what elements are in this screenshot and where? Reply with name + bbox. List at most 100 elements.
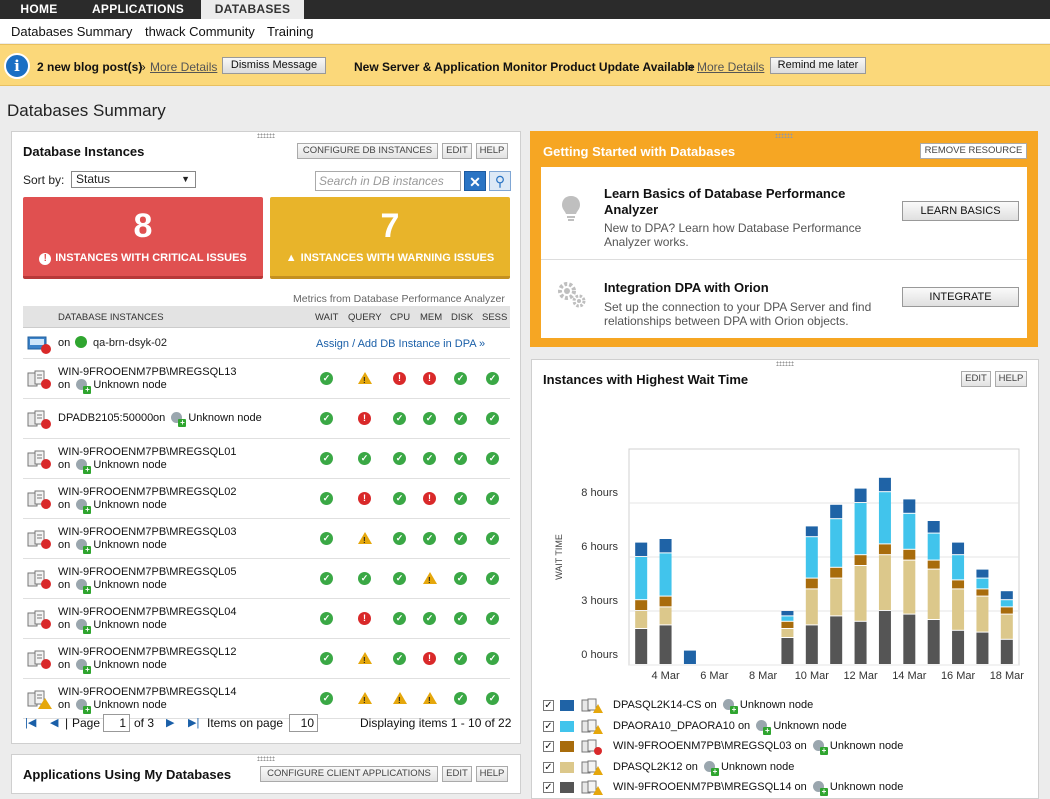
bar-segment[interactable] bbox=[927, 620, 940, 664]
bar-segment[interactable] bbox=[927, 569, 940, 619]
bar-segment[interactable] bbox=[878, 492, 891, 544]
drag-handle[interactable] bbox=[775, 133, 793, 138]
bar-segment[interactable] bbox=[952, 555, 965, 580]
status-ok-icon[interactable]: ✓ bbox=[486, 612, 499, 625]
instance-node[interactable]: on Unknown node bbox=[58, 539, 167, 554]
host-link[interactable]: qa-brn-dsyk-02 bbox=[93, 337, 167, 349]
legend-instance-name[interactable]: DPASQL2K14-CS bbox=[613, 699, 701, 711]
instance-name[interactable]: WIN-9FROOENM7PB\MREGSQL05 bbox=[58, 566, 236, 578]
dismiss-message-button[interactable]: Dismiss Message bbox=[222, 57, 326, 74]
status-ok-icon[interactable]: ✓ bbox=[486, 652, 499, 665]
status-warning-icon[interactable]: ! bbox=[423, 692, 437, 705]
instance-node[interactable]: on Unknown node bbox=[58, 619, 167, 634]
bar-segment[interactable] bbox=[781, 621, 794, 628]
bar-segment[interactable] bbox=[805, 578, 818, 589]
status-critical-icon[interactable]: ! bbox=[358, 492, 371, 505]
edit-button[interactable]: EDIT bbox=[442, 143, 472, 159]
help-button[interactable]: HELP bbox=[476, 766, 508, 782]
col-database-instances[interactable]: DATABASE INSTANCES bbox=[58, 312, 164, 323]
next-page-icon[interactable]: ▶ bbox=[166, 716, 174, 729]
status-ok-icon[interactable]: ✓ bbox=[393, 532, 406, 545]
drag-handle[interactable] bbox=[257, 756, 275, 761]
bar-segment[interactable] bbox=[830, 567, 843, 578]
status-ok-icon[interactable]: ✓ bbox=[320, 692, 333, 705]
legend-instance-name[interactable]: DPAORA10_DPAORA10 bbox=[613, 720, 735, 732]
integrate-button[interactable]: INTEGRATE bbox=[902, 287, 1019, 307]
legend-checkbox[interactable]: ✓ bbox=[543, 720, 554, 732]
bar-segment[interactable] bbox=[659, 607, 672, 625]
bar-segment[interactable] bbox=[805, 537, 818, 578]
instance-name[interactable]: WIN-9FROOENM7PB\MREGSQL03 bbox=[58, 526, 236, 538]
bar-segment[interactable] bbox=[781, 629, 794, 637]
drag-handle[interactable] bbox=[776, 361, 794, 366]
table-row[interactable]: WIN-9FROOENM7PB\MREGSQL02on Unknown node… bbox=[23, 479, 510, 519]
legend-node-name[interactable]: Unknown node bbox=[830, 740, 903, 752]
bar-segment[interactable] bbox=[1000, 614, 1013, 639]
status-critical-icon[interactable]: ! bbox=[423, 652, 436, 665]
bar-segment[interactable] bbox=[805, 589, 818, 625]
instance-node[interactable]: on Unknown node bbox=[58, 659, 167, 674]
sort-select[interactable]: Status ▼ bbox=[71, 171, 196, 188]
bar-segment[interactable] bbox=[952, 542, 965, 555]
items-per-page-input[interactable]: 10 bbox=[289, 714, 318, 732]
subnav-thwack-community[interactable]: thwack Community bbox=[145, 24, 255, 39]
help-button[interactable]: HELP bbox=[995, 371, 1027, 387]
bar-segment[interactable] bbox=[878, 477, 891, 492]
bar-segment[interactable] bbox=[878, 555, 891, 610]
instance-node[interactable]: on Unknown node bbox=[58, 699, 167, 714]
table-row[interactable]: WIN-9FROOENM7PB\MREGSQL04on Unknown node… bbox=[23, 599, 510, 639]
edit-button[interactable]: EDIT bbox=[961, 371, 991, 387]
status-ok-icon[interactable]: ✓ bbox=[423, 412, 436, 425]
table-row[interactable]: WIN-9FROOENM7PB\MREGSQL14on Unknown node… bbox=[23, 679, 510, 719]
status-ok-icon[interactable]: ✓ bbox=[454, 412, 467, 425]
status-ok-icon[interactable]: ✓ bbox=[454, 532, 467, 545]
bar-segment[interactable] bbox=[854, 621, 867, 664]
status-critical-icon[interactable]: ! bbox=[393, 372, 406, 385]
status-ok-icon[interactable]: ✓ bbox=[320, 612, 333, 625]
status-ok-icon[interactable]: ✓ bbox=[486, 452, 499, 465]
status-ok-icon[interactable]: ✓ bbox=[486, 372, 499, 385]
tab-applications[interactable]: APPLICATIONS bbox=[78, 0, 198, 19]
status-ok-icon[interactable]: ✓ bbox=[454, 692, 467, 705]
bar-segment[interactable] bbox=[635, 600, 648, 610]
legend-node-name[interactable]: Unknown node bbox=[830, 781, 903, 793]
table-row[interactable]: WIN-9FROOENM7PB\MREGSQL12on Unknown node… bbox=[23, 639, 510, 679]
critical-issues-box[interactable]: 8 ! INSTANCES WITH CRITICAL ISSUES bbox=[23, 197, 263, 279]
instance-name[interactable]: DPADB2105:50000 bbox=[58, 412, 153, 424]
search-input[interactable]: Search in DB instances bbox=[315, 171, 461, 191]
first-page-icon[interactable]: |◀ bbox=[25, 716, 36, 729]
bar-segment[interactable] bbox=[805, 526, 818, 537]
bar-segment[interactable] bbox=[952, 630, 965, 664]
status-ok-icon[interactable]: ✓ bbox=[320, 572, 333, 585]
instance-name[interactable]: WIN-9FROOENM7PB\MREGSQL02 bbox=[58, 486, 236, 498]
bar-segment[interactable] bbox=[903, 513, 916, 549]
table-row[interactable]: WIN-9FROOENM7PB\MREGSQL13on Unknown node… bbox=[23, 359, 510, 399]
bar-segment[interactable] bbox=[878, 544, 891, 555]
bar-segment[interactable] bbox=[635, 557, 648, 600]
status-ok-icon[interactable]: ✓ bbox=[358, 572, 371, 585]
col-wait[interactable]: WAIT bbox=[315, 312, 338, 323]
bar-segment[interactable] bbox=[854, 555, 867, 565]
bar-segment[interactable] bbox=[976, 596, 989, 632]
status-ok-icon[interactable]: ✓ bbox=[423, 452, 436, 465]
status-warning-icon[interactable]: ! bbox=[358, 532, 372, 545]
status-ok-icon[interactable]: ✓ bbox=[486, 572, 499, 585]
col-disk[interactable]: DISK bbox=[451, 312, 473, 323]
blog-more-details-link[interactable]: More Details bbox=[150, 60, 217, 74]
bar-segment[interactable] bbox=[952, 589, 965, 630]
status-ok-icon[interactable]: ✓ bbox=[454, 372, 467, 385]
bar-segment[interactable] bbox=[903, 614, 916, 664]
bar-segment[interactable] bbox=[830, 616, 843, 664]
bar-segment[interactable] bbox=[878, 611, 891, 664]
table-row[interactable]: WIN-9FROOENM7PB\MREGSQL05on Unknown node… bbox=[23, 559, 510, 599]
bar-segment[interactable] bbox=[1000, 607, 1013, 614]
status-critical-icon[interactable]: ! bbox=[358, 612, 371, 625]
bar-segment[interactable] bbox=[903, 560, 916, 614]
status-ok-icon[interactable]: ✓ bbox=[358, 452, 371, 465]
status-ok-icon[interactable]: ✓ bbox=[486, 532, 499, 545]
bar-segment[interactable] bbox=[830, 504, 843, 519]
status-ok-icon[interactable]: ✓ bbox=[393, 412, 406, 425]
learn-basics-button[interactable]: LEARN BASICS bbox=[902, 201, 1019, 221]
bar-segment[interactable] bbox=[976, 569, 989, 578]
bar-segment[interactable] bbox=[635, 629, 648, 664]
